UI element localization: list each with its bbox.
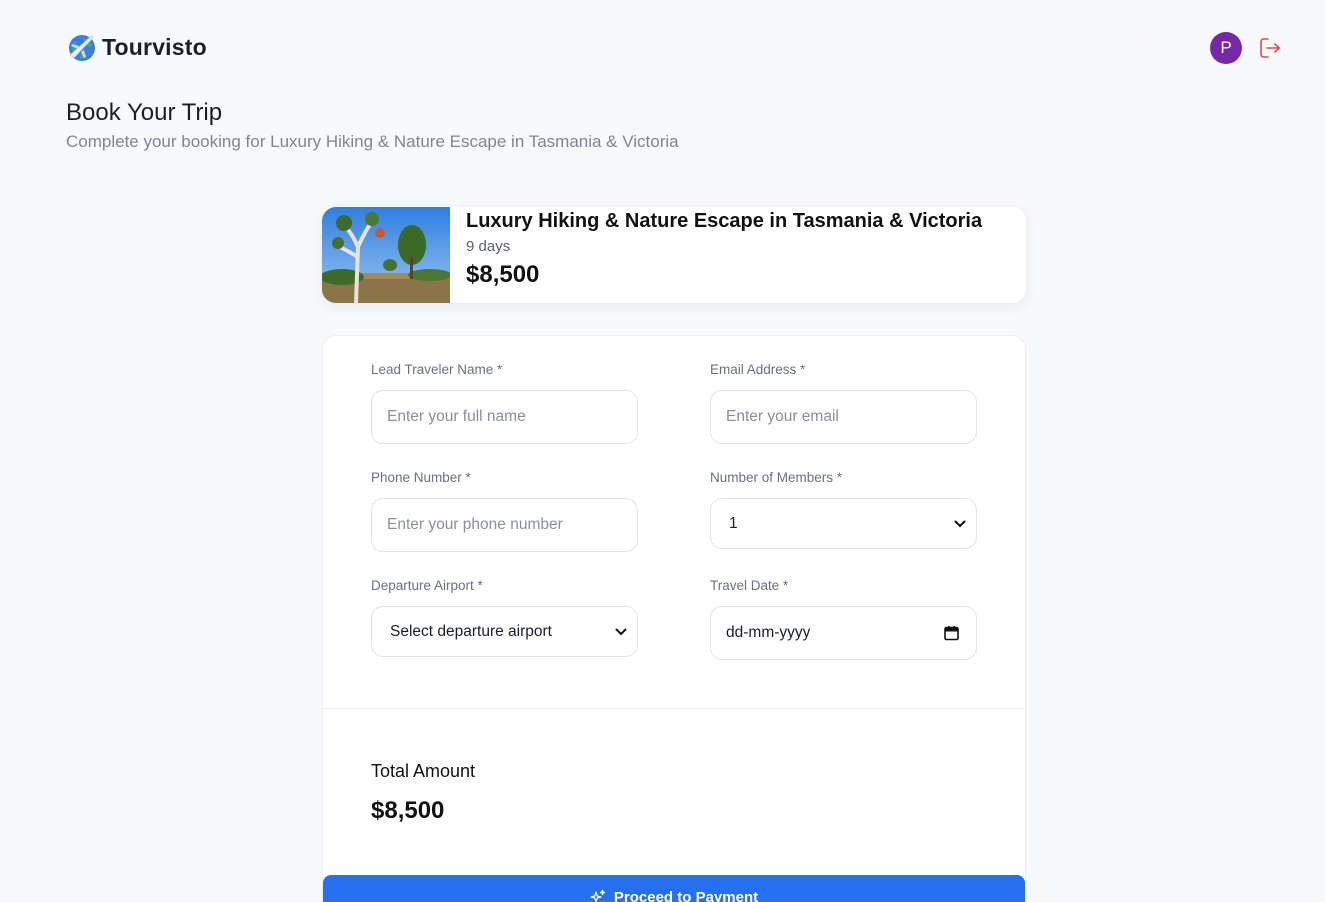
brand-name: Tourvisto [102, 33, 207, 60]
chevron-down-icon [615, 628, 627, 635]
total-amount-label: Total Amount [371, 761, 476, 781]
email-field: Email Address * [710, 362, 977, 444]
sparkle-icon [590, 889, 606, 902]
user-name: Ronald Dale [1106, 40, 1178, 55]
lead-name-label: Lead Traveler Name * [371, 362, 503, 377]
email-input[interactable] [710, 390, 977, 444]
page-subtitle: Complete your booking for Luxury Hiking … [66, 132, 679, 151]
trip-price: $8,500 [466, 261, 540, 288]
proceed-to-payment-button[interactable]: Proceed to Payment [323, 875, 1025, 902]
trip-name: Luxury Hiking & Nature Escape in Tasmani… [466, 210, 983, 232]
travel-date-input[interactable]: dd-mm-yyyy [710, 606, 977, 660]
logout-icon[interactable] [1258, 37, 1282, 59]
booking-page: Tourvisto Ronald Dale P Book Your Trip C… [0, 0, 1325, 902]
members-field: Number of Members * 1 [710, 470, 977, 549]
brand-logo[interactable]: Tourvisto [66, 31, 207, 63]
phone-field: Phone Number * [371, 470, 638, 552]
calendar-icon[interactable] [944, 626, 959, 641]
travel-date-field: Travel Date * dd-mm-yyyy [710, 578, 977, 660]
members-selected-value: 1 [729, 514, 738, 532]
page-title: Book Your Trip [66, 99, 223, 126]
form-divider [323, 708, 1025, 709]
trip-image [322, 207, 450, 303]
members-select[interactable]: 1 [710, 498, 977, 549]
total-amount-value: $8,500 [371, 797, 445, 824]
phone-label: Phone Number * [371, 470, 471, 485]
top-header: Tourvisto Ronald Dale P [0, 0, 1325, 96]
avatar[interactable]: P [1210, 32, 1242, 64]
airport-selected-value: Select departure airport [390, 622, 552, 640]
booking-form: Lead Traveler Name * Email Address * Pho… [322, 335, 1026, 902]
travel-date-placeholder: dd-mm-yyyy [726, 624, 811, 641]
email-label: Email Address * [710, 362, 806, 377]
globe-plane-icon [69, 35, 95, 61]
travel-date-label: Travel Date * [710, 578, 789, 593]
chevron-down-icon [954, 520, 966, 527]
lead-name-field: Lead Traveler Name * [371, 362, 638, 444]
trip-summary-card: Luxury Hiking & Nature Escape in Tasmani… [322, 207, 1026, 303]
avatar-initial: P [1220, 38, 1232, 57]
airport-select[interactable]: Select departure airport [371, 606, 638, 657]
trip-duration: 9 days [466, 238, 511, 255]
members-label: Number of Members * [710, 470, 843, 485]
proceed-to-payment-label: Proceed to Payment [613, 889, 759, 902]
airport-label: Departure Airport * [371, 578, 483, 593]
airport-field: Departure Airport * Select departure air… [371, 578, 638, 657]
phone-input[interactable] [371, 498, 638, 552]
lead-name-input[interactable] [371, 390, 638, 444]
